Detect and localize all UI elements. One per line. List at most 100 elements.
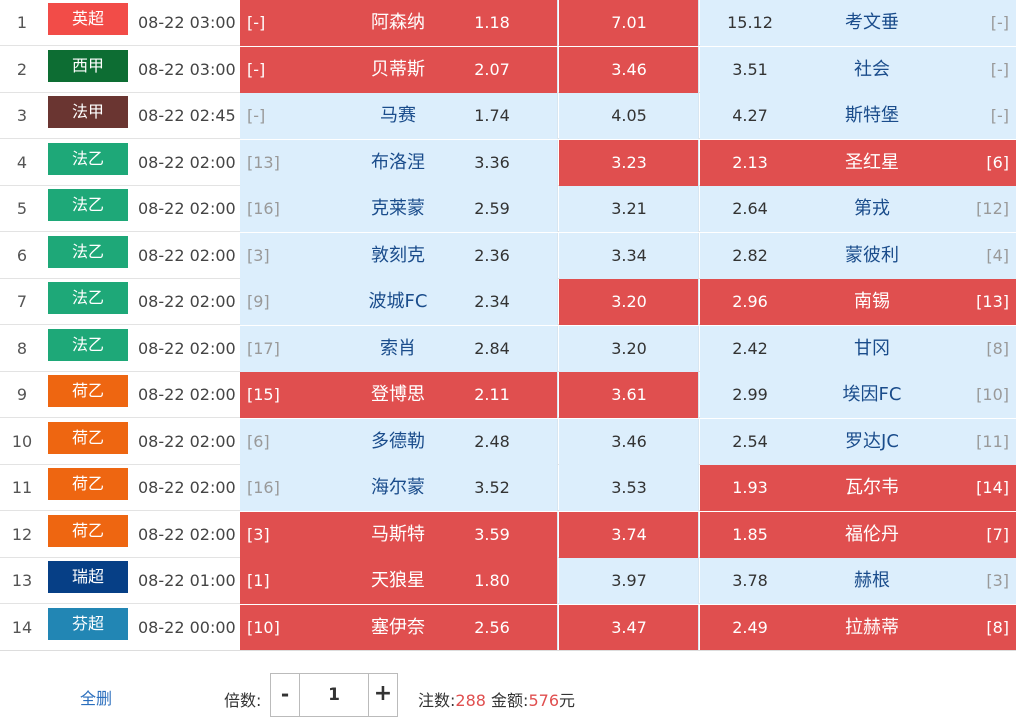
away-win-option[interactable]: 1.85 福伦丹 [7]: [700, 511, 1016, 558]
draw-option[interactable]: 3.61: [559, 372, 699, 418]
draw-option[interactable]: 3.46: [559, 46, 699, 93]
away-rank: [4]: [986, 245, 1009, 265]
draw-option[interactable]: 3.23: [559, 139, 699, 186]
away-win-option[interactable]: 2.99 埃因FC [10]: [700, 372, 1016, 418]
home-rank: [16]: [247, 199, 280, 218]
draw-odd: 3.46: [611, 431, 647, 451]
home-rank: [10]: [247, 617, 280, 637]
home-win-option[interactable]: [10] 塞伊奈 2.56: [240, 604, 558, 651]
away-win-option[interactable]: 2.42 甘冈 [8]: [700, 325, 1016, 372]
home-win-option[interactable]: [-] 阿森纳 1.18: [240, 0, 558, 46]
draw-option[interactable]: 4.05: [559, 93, 699, 139]
away-team: 罗达JC: [845, 430, 899, 452]
row-index: 1: [16, 13, 28, 32]
home-rank: [1]: [247, 571, 270, 590]
home-odd: 1.80: [474, 571, 510, 590]
away-win-option[interactable]: 2.82 蒙彼利 [4]: [700, 232, 1016, 279]
draw-option[interactable]: 3.20: [559, 279, 699, 325]
draw-odd: 3.20: [611, 338, 647, 358]
away-team: 蒙彼利: [845, 244, 899, 266]
home-odd: 3.52: [474, 478, 510, 497]
away-team: 甘冈: [854, 337, 890, 359]
home-team: 布洛涅: [371, 151, 425, 173]
draw-option[interactable]: 3.34: [559, 232, 699, 279]
away-win-option[interactable]: 2.64 第戎 [12]: [700, 186, 1016, 232]
home-odd: 1.18: [474, 13, 510, 32]
table-row: 4 法乙 08-22 02:00 [13] 布洛涅 3.36 3.23 2.13 圣红星 [6]: [0, 139, 1016, 186]
away-odd: 3.51: [732, 59, 768, 79]
row-index: 14: [11, 617, 33, 637]
row-index: 13: [11, 571, 33, 590]
league-badge: 荷乙: [48, 421, 128, 454]
away-win-option[interactable]: 15.12 考文垂 [-]: [700, 0, 1016, 46]
match-time: 08-22 02:45: [138, 106, 236, 125]
match-time: 08-22 02:00: [138, 245, 236, 265]
row-index: 7: [16, 292, 28, 311]
plus-button[interactable]: +: [368, 674, 397, 716]
row-index: 4: [16, 152, 28, 172]
home-win-option[interactable]: [15] 登博思 2.11: [240, 372, 558, 418]
league-badge: 芬超: [48, 607, 128, 640]
home-win-option[interactable]: [17] 索肖 2.84: [240, 325, 558, 372]
away-odd: 2.99: [732, 385, 768, 404]
home-team: 天狼星: [371, 570, 425, 591]
home-win-option[interactable]: [13] 布洛涅 3.36: [240, 139, 558, 186]
home-rank: [-]: [247, 106, 266, 125]
table-row: 5 法乙 08-22 02:00 [16] 克莱蒙 2.59 3.21 2.64 第戎 [12]: [0, 186, 1016, 232]
draw-option[interactable]: 3.21: [559, 186, 699, 232]
league-badge: 西甲: [48, 49, 128, 82]
home-win-option[interactable]: [16] 海尔蒙 3.52: [240, 465, 558, 511]
away-win-option[interactable]: 3.51 社会 [-]: [700, 46, 1016, 93]
home-win-option[interactable]: [9] 波城FC 2.34: [240, 279, 558, 325]
away-win-option[interactable]: 2.96 南锡 [13]: [700, 279, 1016, 325]
match-time: 08-22 02:00: [138, 338, 236, 358]
home-odd: 2.34: [474, 292, 510, 311]
amount-label: 金额:: [491, 691, 529, 710]
draw-option[interactable]: 3.53: [559, 465, 699, 511]
away-rank: [11]: [976, 431, 1009, 451]
away-odd: 2.82: [732, 245, 768, 265]
draw-option[interactable]: 3.20: [559, 325, 699, 372]
draw-option[interactable]: 3.97: [559, 558, 699, 604]
away-rank: [8]: [986, 338, 1009, 358]
draw-odd: 7.01: [611, 13, 647, 32]
table-row: 1 英超 08-22 03:00 [-] 阿森纳 1.18 7.01 15.12 考文垂 [-]: [0, 0, 1016, 46]
row-index: 2: [16, 59, 28, 79]
draw-odd: 3.21: [611, 199, 647, 218]
table-row: 8 法乙 08-22 02:00 [17] 索肖 2.84 3.20 2.42 甘冈 [8]: [0, 325, 1016, 372]
home-rank: [-]: [247, 59, 266, 79]
away-win-option[interactable]: 2.13 圣红星 [6]: [700, 139, 1016, 186]
league-badge: 英超: [48, 3, 128, 35]
home-win-option[interactable]: [3] 马斯特 3.59: [240, 511, 558, 558]
away-odd: 2.13: [732, 152, 768, 172]
multiplier-label: 倍数:: [224, 691, 262, 710]
home-win-option[interactable]: [1] 天狼星 1.80: [240, 558, 558, 604]
home-odd: 2.56: [474, 617, 510, 637]
home-win-option[interactable]: [-] 马赛 1.74: [240, 93, 558, 139]
home-win-option[interactable]: [3] 敦刻克 2.36: [240, 232, 558, 279]
multiplier-input[interactable]: 1: [299, 674, 369, 716]
home-team: 登博思: [371, 384, 425, 405]
match-time: 08-22 00:00: [138, 617, 236, 637]
home-win-option[interactable]: [-] 贝蒂斯 2.07: [240, 46, 558, 93]
home-win-option[interactable]: [16] 克莱蒙 2.59: [240, 186, 558, 232]
match-time: 08-22 03:00: [138, 59, 236, 79]
away-odd: 15.12: [727, 13, 773, 32]
away-odd: 3.78: [732, 571, 768, 590]
away-win-option[interactable]: 2.54 罗达JC [11]: [700, 418, 1016, 465]
away-win-option[interactable]: 4.27 斯特堡 [-]: [700, 93, 1016, 139]
clear-all-link[interactable]: 全删: [80, 685, 112, 709]
home-rank: [15]: [247, 385, 280, 404]
minus-button[interactable]: -: [271, 674, 300, 716]
home-win-option[interactable]: [6] 多德勒 2.48: [240, 418, 558, 465]
league-badge: 荷乙: [48, 514, 128, 547]
draw-option[interactable]: 7.01: [559, 0, 699, 46]
away-rank: [13]: [976, 292, 1009, 311]
draw-option[interactable]: 3.74: [559, 511, 699, 558]
draw-option[interactable]: 3.47: [559, 604, 699, 651]
draw-option[interactable]: 3.46: [559, 418, 699, 465]
home-odd: 3.36: [474, 152, 510, 172]
away-win-option[interactable]: 3.78 赫根 [3]: [700, 558, 1016, 604]
away-win-option[interactable]: 2.49 拉赫蒂 [8]: [700, 604, 1016, 651]
away-win-option[interactable]: 1.93 瓦尔韦 [14]: [700, 465, 1016, 511]
